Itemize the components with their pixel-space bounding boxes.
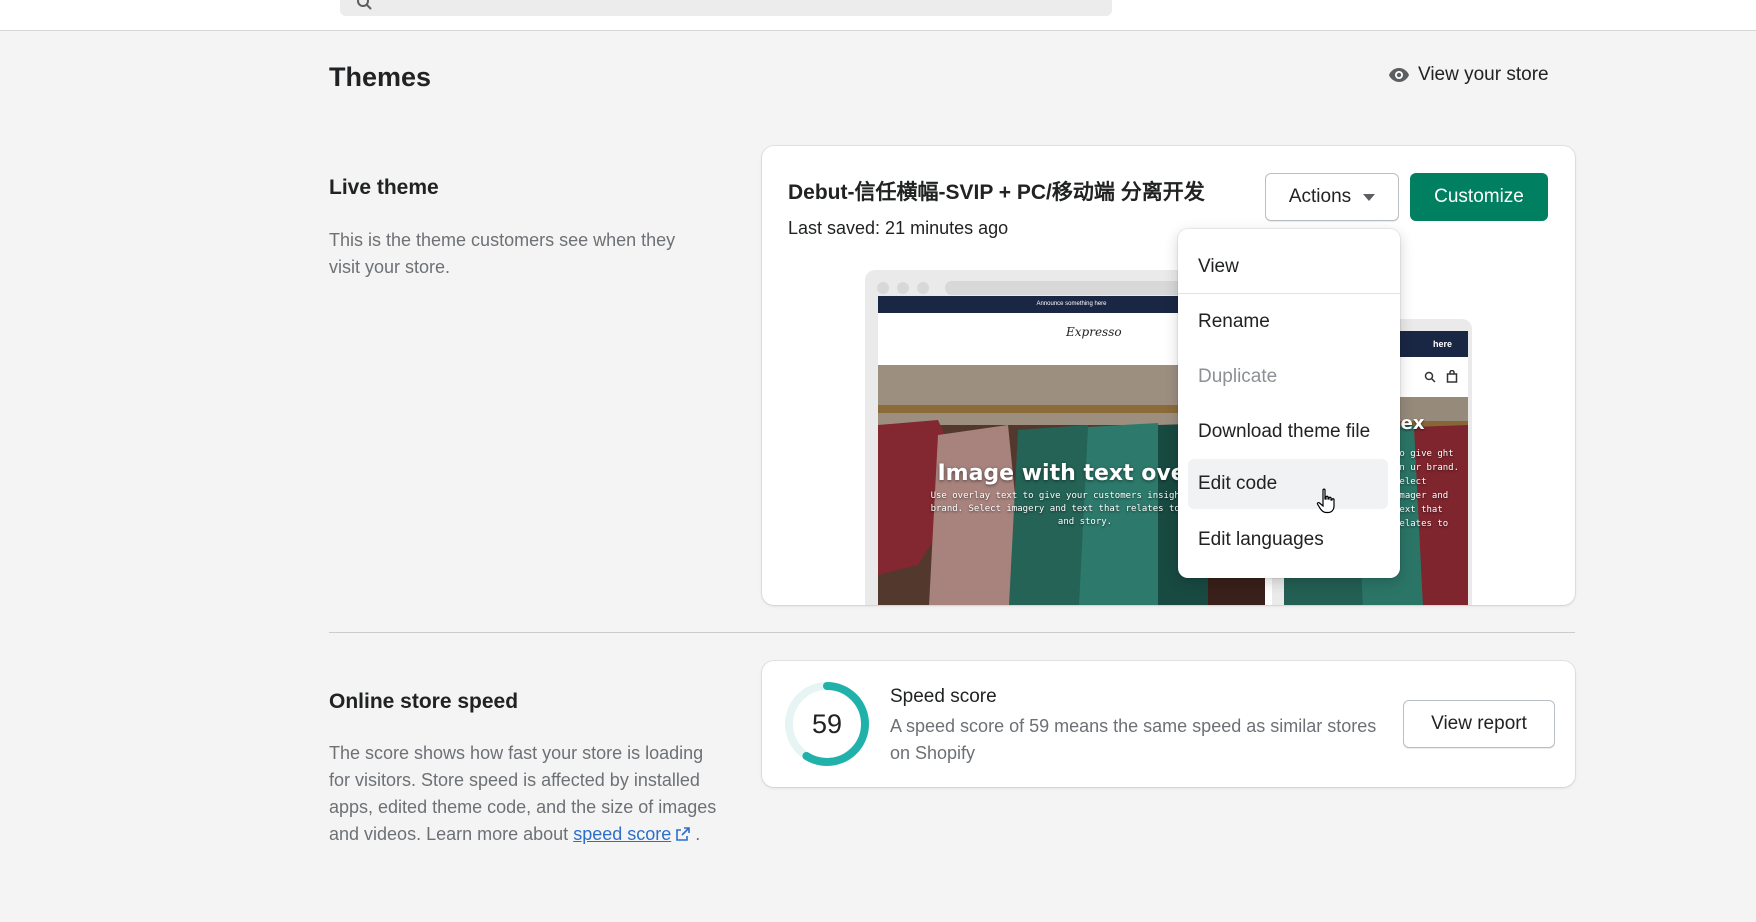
speed-gauge: 59 <box>785 682 869 766</box>
menu-item-view[interactable]: View <box>1188 242 1388 292</box>
view-report-button[interactable]: View report <box>1403 700 1555 748</box>
last-saved: Last saved: 21 minutes ago <box>788 218 1009 238</box>
live-theme-description: This is the theme customers see when the… <box>329 230 676 277</box>
menu-separator <box>1178 293 1400 294</box>
caret-down-icon <box>1363 193 1376 201</box>
speed-score-card: 59 Speed score A speed score of 59 means… <box>762 661 1575 787</box>
speed-section-title: Online store speed <box>329 690 519 713</box>
menu-item-rename[interactable]: Rename <box>1188 297 1388 347</box>
external-link-icon[interactable] <box>676 827 691 841</box>
eye-icon <box>1389 68 1409 82</box>
speed-score-link[interactable]: speed score <box>573 824 671 844</box>
speed-score-description: A speed score of 59 means the same speed… <box>890 716 1377 763</box>
live-theme-card: Debut-信任横幅-SVIP + PC/移动端 分离开发 Last saved… <box>762 146 1575 605</box>
actions-menu: View Rename Duplicate Download theme fil… <box>1178 229 1400 578</box>
view-store-label: View your store <box>1418 64 1549 85</box>
bag-icon <box>1446 370 1458 383</box>
view-store-link[interactable]: View your store <box>1388 62 1549 88</box>
actions-button[interactable]: Actions <box>1265 173 1399 221</box>
mobile-hero-text: to give ght in ur brand. Select imager a… <box>1394 449 1460 529</box>
window-dot <box>897 282 909 294</box>
top-bar <box>0 0 1756 31</box>
speed-score-title: Speed score <box>890 686 997 707</box>
menu-item-edit-languages[interactable]: Edit languages <box>1188 515 1388 565</box>
speed-section-description: The score shows how fast your store is l… <box>329 740 724 848</box>
search-bar[interactable] <box>340 0 1112 16</box>
menu-item-download-theme-file[interactable]: Download theme file <box>1188 407 1403 457</box>
customize-button[interactable]: Customize <box>1410 173 1548 221</box>
preview-logo: Expresso <box>1066 325 1122 339</box>
live-theme-title: Live theme <box>329 176 439 199</box>
window-dot <box>917 282 929 294</box>
search-icon <box>357 0 372 10</box>
menu-item-edit-code[interactable]: Edit code <box>1188 459 1388 509</box>
speed-score-value: 59 <box>812 709 842 739</box>
speed-desc-end: . <box>695 824 701 844</box>
search-icon <box>1424 371 1436 383</box>
menu-item-duplicate: Duplicate <box>1198 366 1278 387</box>
page-title: Themes <box>329 62 432 92</box>
theme-name: Debut-信任横幅-SVIP + PC/移动端 分离开发 <box>788 181 1205 204</box>
section-divider <box>329 632 1575 633</box>
window-dot <box>877 282 889 294</box>
hand-cursor-icon <box>1316 488 1335 514</box>
actions-label: Actions <box>1288 186 1352 207</box>
